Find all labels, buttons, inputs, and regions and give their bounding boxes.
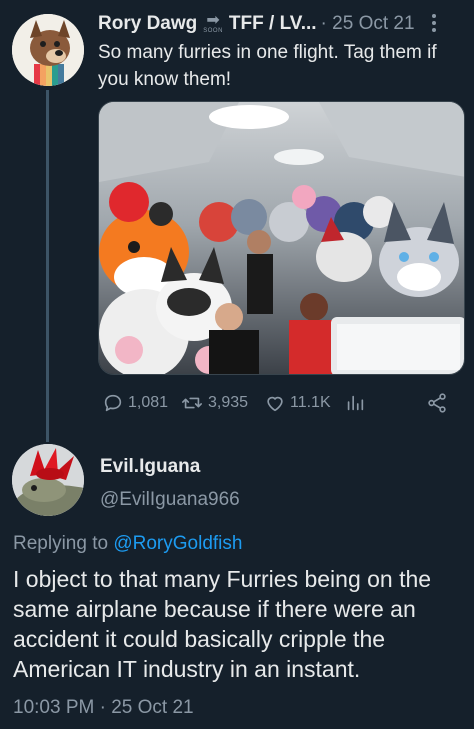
author-avatar[interactable] <box>12 14 84 86</box>
soon-badge: ➡ SOON <box>203 11 223 35</box>
more-icon[interactable] <box>420 12 448 36</box>
like-count: 11.1K <box>290 394 331 411</box>
replying-to-label: Replying to <box>13 533 109 554</box>
share-button[interactable] <box>426 390 452 416</box>
like-icon <box>267 396 283 412</box>
thread-connector-line <box>46 90 49 442</box>
author-name-continued[interactable]: TFF / LV... <box>229 12 317 36</box>
author-name[interactable]: Rory Dawg <box>98 12 197 36</box>
arrow-icon: ➡ <box>206 11 220 29</box>
reply-tweet-text: I object to that many Furries being on t… <box>13 566 432 682</box>
tweet-header: Rory Dawg ➡ SOON TFF / LV... · 25 Oct 21 <box>98 12 415 36</box>
reply-author-avatar[interactable] <box>12 444 84 516</box>
replying-to-mention[interactable]: @RoryGoldfish <box>113 533 242 554</box>
retweet-button[interactable]: 3,935 <box>180 390 248 416</box>
analytics-button[interactable] <box>344 390 370 416</box>
reply-author-handle[interactable]: @EvilIguana966 <box>100 489 240 511</box>
reply-button[interactable]: 1,081 <box>102 390 168 416</box>
retweet-icon <box>182 397 202 409</box>
analytics-icon <box>347 395 364 411</box>
tweet-actions: 1,081 3,935 11.1K <box>98 390 458 416</box>
reply-author-name[interactable]: Evil.Iguana <box>100 456 200 478</box>
replying-to: Replying to @RoryGoldfish <box>13 533 242 555</box>
tweet-thread: Rory Dawg ➡ SOON TFF / LV... · 25 Oct 21… <box>0 0 474 729</box>
like-button[interactable]: 11.1K <box>264 390 331 416</box>
share-icon <box>428 393 446 413</box>
tweet-date[interactable]: · 25 Oct 21 <box>321 12 415 36</box>
retweet-count: 3,935 <box>208 394 249 411</box>
tweet-photo[interactable] <box>98 101 465 375</box>
soon-badge-text: SOON <box>203 27 223 34</box>
reply-icon <box>104 394 122 412</box>
reply-count: 1,081 <box>128 394 169 411</box>
tweet-text: So many furries in one flight. Tag them … <box>98 42 437 90</box>
reply-timestamp[interactable]: 10:03 PM · 25 Oct 21 <box>13 697 194 719</box>
